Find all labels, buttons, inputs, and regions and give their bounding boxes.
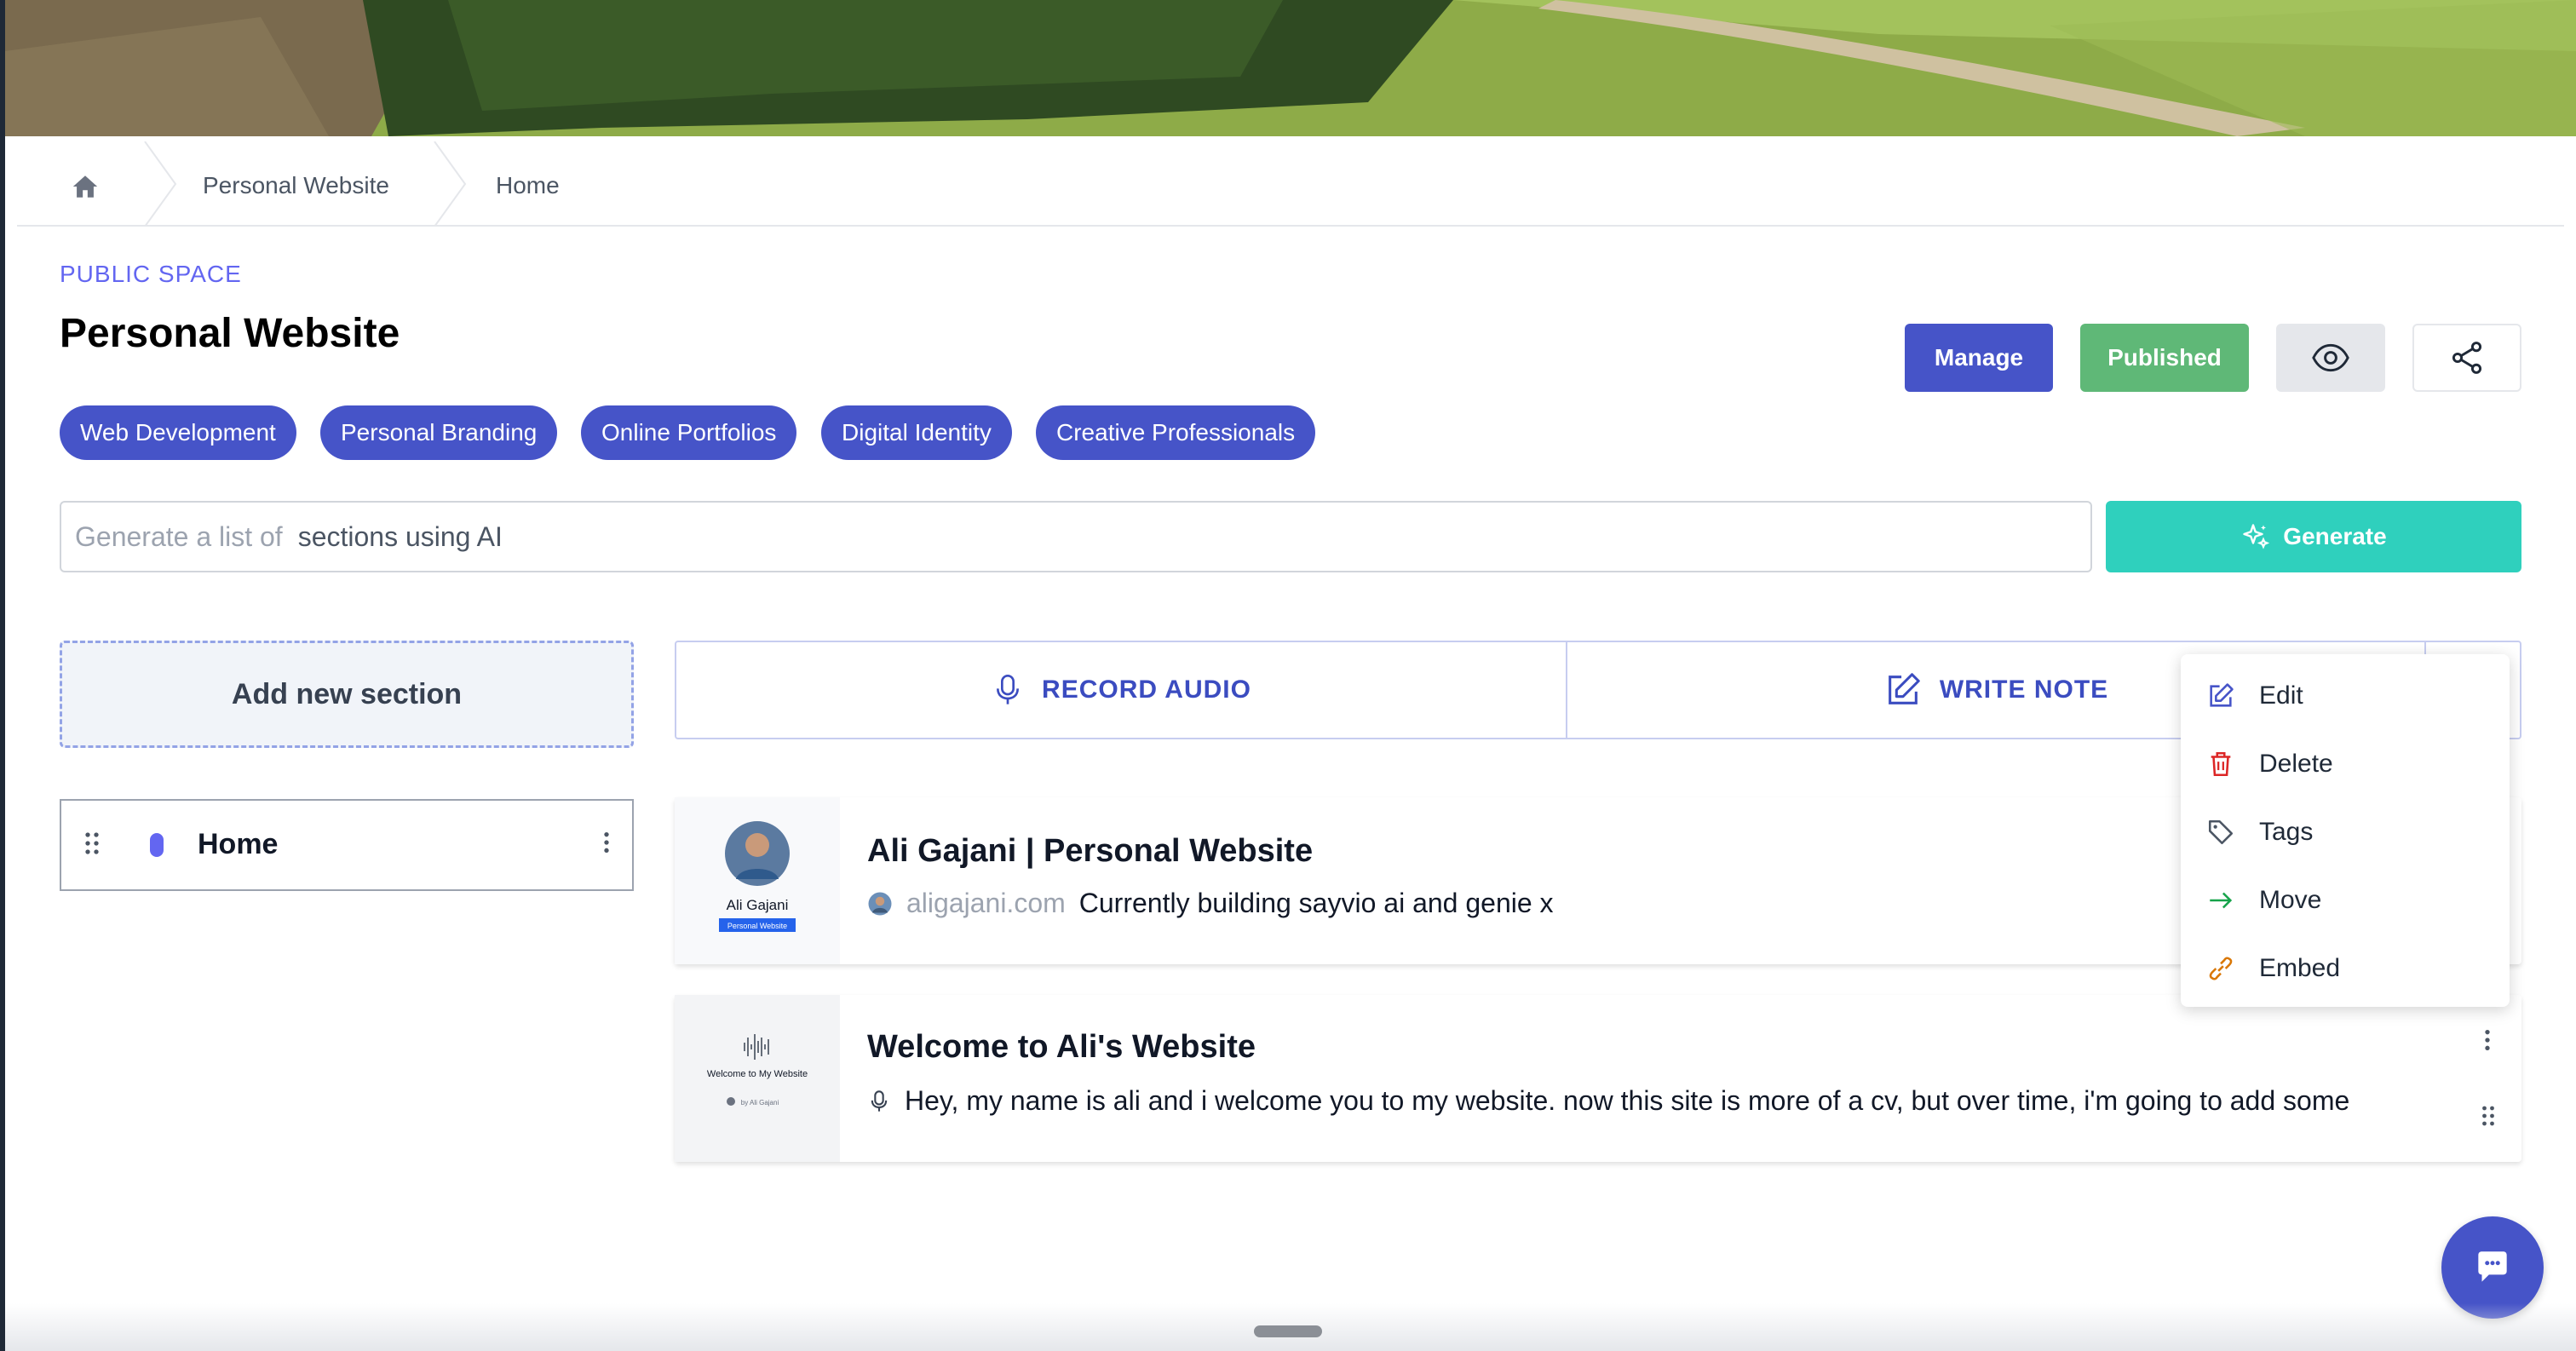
- tag-icon: [2208, 819, 2234, 845]
- thumb-name: Ali Gajani: [727, 897, 789, 913]
- tag-chip[interactable]: Personal Branding: [320, 405, 558, 460]
- breadcrumb-separator: [434, 141, 467, 227]
- edit-note-icon: [1888, 673, 1920, 704]
- card-thumbnail: Ali Gajani Personal Website: [675, 797, 840, 964]
- generate-button-label: Generate: [2283, 523, 2387, 549]
- menu-item-embed[interactable]: Embed: [2206, 947, 2340, 990]
- menu-item-edit[interactable]: Edit: [2206, 675, 2303, 717]
- card-context-menu: Edit Delete Tags Move Embed: [2181, 654, 2510, 1007]
- cover-banner: [5, 0, 2576, 136]
- menu-item-label: Embed: [2259, 954, 2341, 982]
- card-meta: Hey, my name is ali and i welcome you to…: [867, 1085, 2349, 1117]
- manage-button[interactable]: Manage: [1905, 324, 2053, 392]
- ai-generate-value[interactable]: sections using AI: [298, 521, 503, 553]
- more-vertical-icon[interactable]: [2484, 1027, 2491, 1058]
- menu-item-label: Move: [2259, 886, 2322, 914]
- record-audio-button[interactable]: RECORD AUDIO: [676, 642, 1566, 738]
- menu-item-tags[interactable]: Tags: [2206, 811, 2313, 854]
- menu-item-move[interactable]: Move: [2206, 879, 2321, 922]
- card-description: Currently building sayvio ai and genie x: [1078, 888, 1554, 918]
- card-transcript: Hey, my name is ali and i welcome you to…: [905, 1085, 2350, 1116]
- edit-icon: [2210, 683, 2234, 707]
- generate-button[interactable]: Generate: [2106, 501, 2521, 572]
- link-icon: [2209, 957, 2233, 980]
- card-link[interactable]: aligajani.com: [906, 888, 1066, 919]
- menu-item-label: Tags: [2259, 818, 2314, 846]
- breadcrumb-item-home[interactable]: Home: [496, 172, 560, 199]
- card-title[interactable]: Ali Gajani | Personal Website: [867, 833, 1313, 870]
- sparkles-icon: [2243, 524, 2270, 549]
- content-card[interactable]: Welcome to My Website by Ali Gajani Welc…: [675, 995, 2521, 1162]
- page-title: Personal Website: [60, 311, 400, 356]
- preview-button[interactable]: [2276, 324, 2385, 392]
- share-icon: [2452, 342, 2482, 374]
- sidebar-item-home[interactable]: Home: [60, 799, 634, 891]
- tag-chip[interactable]: Digital Identity: [821, 405, 1012, 460]
- window-edge: [0, 0, 5, 1351]
- ai-generate-input[interactable]: Generate a list of sections using AI: [60, 501, 2092, 572]
- site-favicon-icon: [868, 892, 892, 915]
- tag-chip[interactable]: Web Development: [60, 405, 296, 460]
- tag-chip[interactable]: Online Portfolios: [581, 405, 797, 460]
- breadcrumb: Personal Website Home: [17, 141, 2564, 227]
- thumb-title: Welcome to My Website: [707, 1069, 808, 1079]
- home-icon[interactable]: [70, 172, 102, 201]
- share-button[interactable]: [2412, 324, 2521, 392]
- menu-item-label: Delete: [2259, 750, 2333, 778]
- space-visibility-label: PUBLIC SPACE: [60, 261, 242, 287]
- drag-handle-icon[interactable]: [2481, 1104, 2496, 1134]
- microphone-icon: [997, 675, 1020, 704]
- sidebar-item-label: Home: [198, 828, 279, 860]
- arrow-right-icon: [2210, 892, 2233, 909]
- tag-chip[interactable]: Creative Professionals: [1036, 405, 1316, 460]
- thumb-byline: by Ali Gajani: [741, 1099, 779, 1107]
- scroll-handle[interactable]: [1254, 1325, 1322, 1337]
- card-thumbnail: Welcome to My Website by Ali Gajani: [675, 995, 840, 1162]
- eye-icon: [2312, 343, 2349, 372]
- breadcrumb-separator: [144, 141, 177, 227]
- published-button[interactable]: Published: [2080, 324, 2249, 392]
- write-note-label: WRITE NOTE: [1939, 676, 2109, 704]
- menu-item-label: Edit: [2259, 681, 2303, 710]
- microphone-icon: [871, 1089, 888, 1112]
- menu-item-delete[interactable]: Delete: [2206, 743, 2333, 785]
- breadcrumb-item-space[interactable]: Personal Website: [203, 172, 389, 199]
- trash-icon: [2211, 751, 2231, 777]
- record-audio-label: RECORD AUDIO: [1042, 676, 1251, 704]
- add-section-button[interactable]: Add new section: [60, 641, 634, 748]
- card-title[interactable]: Welcome to Ali's Website: [867, 1029, 1256, 1066]
- thumb-badge: Personal Website: [727, 922, 787, 930]
- ai-generate-prefix: Generate a list of: [75, 520, 283, 552]
- section-color-dot: [150, 833, 164, 857]
- chat-bubble-icon: [2478, 1251, 2507, 1282]
- drag-handle-icon[interactable]: [83, 830, 101, 863]
- card-meta: aligajani.com Currently building sayvio …: [867, 888, 1554, 919]
- more-vertical-icon[interactable]: [603, 828, 610, 862]
